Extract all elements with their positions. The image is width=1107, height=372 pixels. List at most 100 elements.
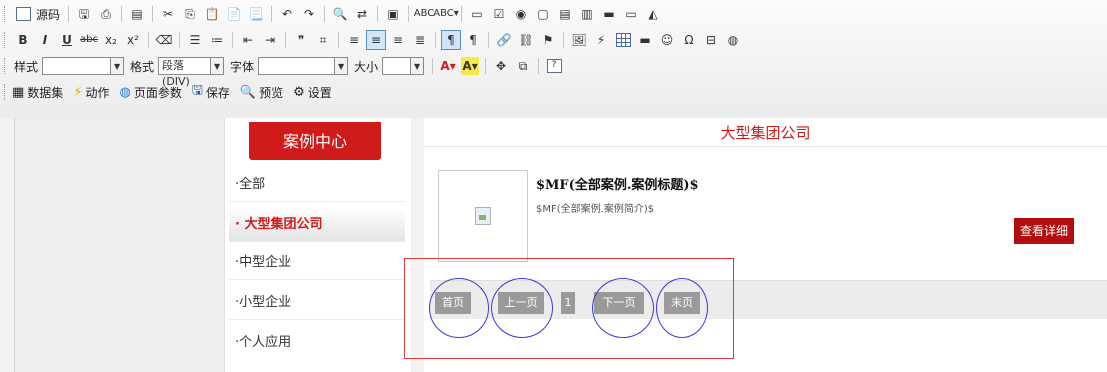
preview-button[interactable]: 🔍 预览 — [240, 84, 283, 101]
sidebar-item-all[interactable]: ·全部 — [229, 168, 405, 202]
spellcheck-icon[interactable]: ABC — [414, 5, 435, 23]
italic-icon[interactable]: I — [36, 31, 54, 49]
align-center-icon[interactable]: ≡ — [366, 30, 386, 50]
superscript-icon[interactable]: x² — [124, 31, 142, 49]
subscript-icon[interactable]: x₂ — [102, 31, 120, 49]
help-icon[interactable]: ? — [545, 57, 563, 75]
size-select[interactable]: ▼ — [382, 57, 425, 75]
smiley-icon[interactable]: ☺ — [658, 31, 676, 49]
div-icon[interactable]: ⌗ — [314, 31, 332, 49]
font-select[interactable]: ▼ — [258, 57, 349, 75]
select-all-icon[interactable]: ▣ — [384, 5, 402, 23]
size-select-value — [383, 58, 410, 74]
toolbar-grip[interactable] — [4, 6, 8, 22]
format-select[interactable]: 段落(DIV) ▼ — [158, 57, 225, 88]
numbered-list-icon[interactable]: ☰ — [186, 31, 204, 49]
spellcheck-dropdown-icon[interactable]: ABC▾ — [433, 5, 459, 23]
toolbar-grip[interactable] — [4, 32, 8, 48]
iframe-icon[interactable]: ◍ — [724, 31, 742, 49]
settings-button[interactable]: ⚙ 设置 — [293, 84, 332, 101]
find-icon[interactable]: 🔍 — [331, 5, 349, 23]
editor-canvas[interactable]: 案例中心 ·全部 · 大型集团公司 ·中型企业 ·小型企业 ·个人应用 大型集团… — [0, 118, 1107, 372]
font-select-value — [259, 58, 334, 74]
replace-icon[interactable]: ⇄ — [353, 5, 371, 23]
style-select[interactable]: ▼ — [42, 57, 125, 75]
select-field-icon[interactable]: ▥ — [578, 5, 596, 23]
page-number-button[interactable]: 1 — [561, 292, 575, 314]
action-button[interactable]: ⚡ 动作 — [73, 84, 109, 101]
paste-text-icon[interactable]: 📄 — [225, 5, 243, 23]
format-label: 格式 — [130, 59, 155, 74]
paste-word-icon[interactable]: 📃 — [247, 5, 265, 23]
sidebar-item-large-group[interactable]: · 大型集团公司 — [229, 208, 405, 242]
case-thumbnail[interactable] — [438, 170, 528, 262]
hidden-field-icon[interactable]: ◭ — [644, 5, 662, 23]
chevron-down-icon[interactable]: ▼ — [334, 58, 348, 74]
sidebar-item-small[interactable]: ·小型企业 — [229, 286, 405, 320]
toolbar-separator — [148, 32, 149, 48]
strikethrough-icon[interactable]: abc — [80, 31, 98, 49]
source-icon[interactable] — [14, 5, 32, 23]
sidebar-item-personal[interactable]: ·个人应用 — [229, 326, 405, 360]
chevron-down-icon[interactable]: ▼ — [210, 58, 224, 74]
image-button-icon[interactable]: ▭ — [622, 5, 640, 23]
text-color-icon[interactable]: A▾ — [439, 57, 457, 75]
anchor-icon[interactable]: ⚑ — [539, 31, 557, 49]
button-field-icon[interactable]: ▬ — [600, 5, 618, 23]
checkbox-icon[interactable]: ☑ — [490, 5, 508, 23]
radio-icon[interactable]: ◉ — [512, 5, 530, 23]
textfield-icon[interactable]: ▢ — [534, 5, 552, 23]
blockquote-icon[interactable]: ❞ — [292, 31, 310, 49]
maximize-icon[interactable]: ✥ — [492, 57, 510, 75]
show-blocks-icon[interactable]: ⧉ — [514, 57, 532, 75]
page-break-icon[interactable]: ⊟ — [702, 31, 720, 49]
next-page-button[interactable]: 下一页 — [594, 292, 644, 314]
textarea-icon[interactable]: ▤ — [556, 5, 574, 23]
save-button[interactable]: 🖫 保存 — [192, 81, 230, 103]
unlink-icon[interactable]: ⛓ — [517, 31, 535, 49]
bulleted-list-icon[interactable]: ≔ — [208, 31, 226, 49]
flash-icon[interactable]: ⚡ — [592, 31, 610, 49]
horizontal-rule-icon[interactable]: ▬ — [636, 31, 654, 49]
chevron-down-icon[interactable]: ▼ — [110, 58, 124, 74]
toolbar-separator — [485, 58, 487, 74]
toolbar-separator — [271, 6, 273, 22]
table-icon[interactable] — [614, 31, 632, 49]
dataset-label: 数据集 — [27, 85, 64, 100]
align-justify-icon[interactable]: ≣ — [411, 31, 429, 49]
align-left-icon[interactable]: ≡ — [345, 31, 363, 49]
toolbar-grip[interactable] — [4, 84, 8, 100]
view-detail-button[interactable]: 查看详细 — [1014, 218, 1074, 244]
bold-icon[interactable]: B — [14, 31, 32, 49]
source-button-label[interactable]: 源码 — [36, 6, 60, 23]
last-page-button[interactable]: 末页 — [664, 292, 700, 314]
sidebar-item-medium[interactable]: ·中型企业 — [229, 246, 405, 280]
ltr-icon[interactable]: ¶ — [441, 30, 461, 50]
toolbar-separator — [377, 6, 379, 22]
underline-icon[interactable]: U — [58, 31, 76, 49]
copy-icon[interactable]: ⎘ — [181, 5, 199, 23]
save-doc-icon[interactable]: 🖫 — [75, 5, 93, 23]
rtl-icon[interactable]: ¶ — [464, 31, 482, 49]
outdent-icon[interactable]: ⇤ — [239, 31, 257, 49]
undo-icon[interactable]: ↶ — [278, 5, 296, 23]
chevron-down-icon[interactable]: ▼ — [410, 58, 424, 74]
print-icon[interactable]: ⎙ — [97, 5, 115, 23]
template-icon[interactable]: ▤ — [128, 5, 146, 23]
remove-format-icon[interactable]: ⌫ — [155, 31, 173, 49]
redo-icon[interactable]: ↷ — [300, 5, 318, 23]
indent-icon[interactable]: ⇥ — [261, 31, 279, 49]
image-icon[interactable]: 🖼 — [570, 31, 588, 49]
link-icon[interactable]: 🔗 — [495, 31, 513, 49]
dataset-button[interactable]: ▦ 数据集 — [12, 84, 63, 101]
toolbar-grip[interactable] — [4, 58, 8, 74]
cut-icon[interactable]: ✂ — [159, 5, 177, 23]
prev-page-button[interactable]: 上一页 — [498, 292, 544, 314]
first-page-button[interactable]: 首页 — [435, 292, 471, 314]
form-icon[interactable]: ▭ — [468, 5, 486, 23]
paste-icon[interactable]: 📋 — [203, 5, 221, 23]
align-right-icon[interactable]: ≡ — [389, 31, 407, 49]
bg-color-icon[interactable]: A▾ — [461, 57, 480, 75]
page-params-button[interactable]: ◍ 页面参数 — [119, 84, 181, 101]
special-char-icon[interactable]: Ω — [680, 31, 698, 49]
